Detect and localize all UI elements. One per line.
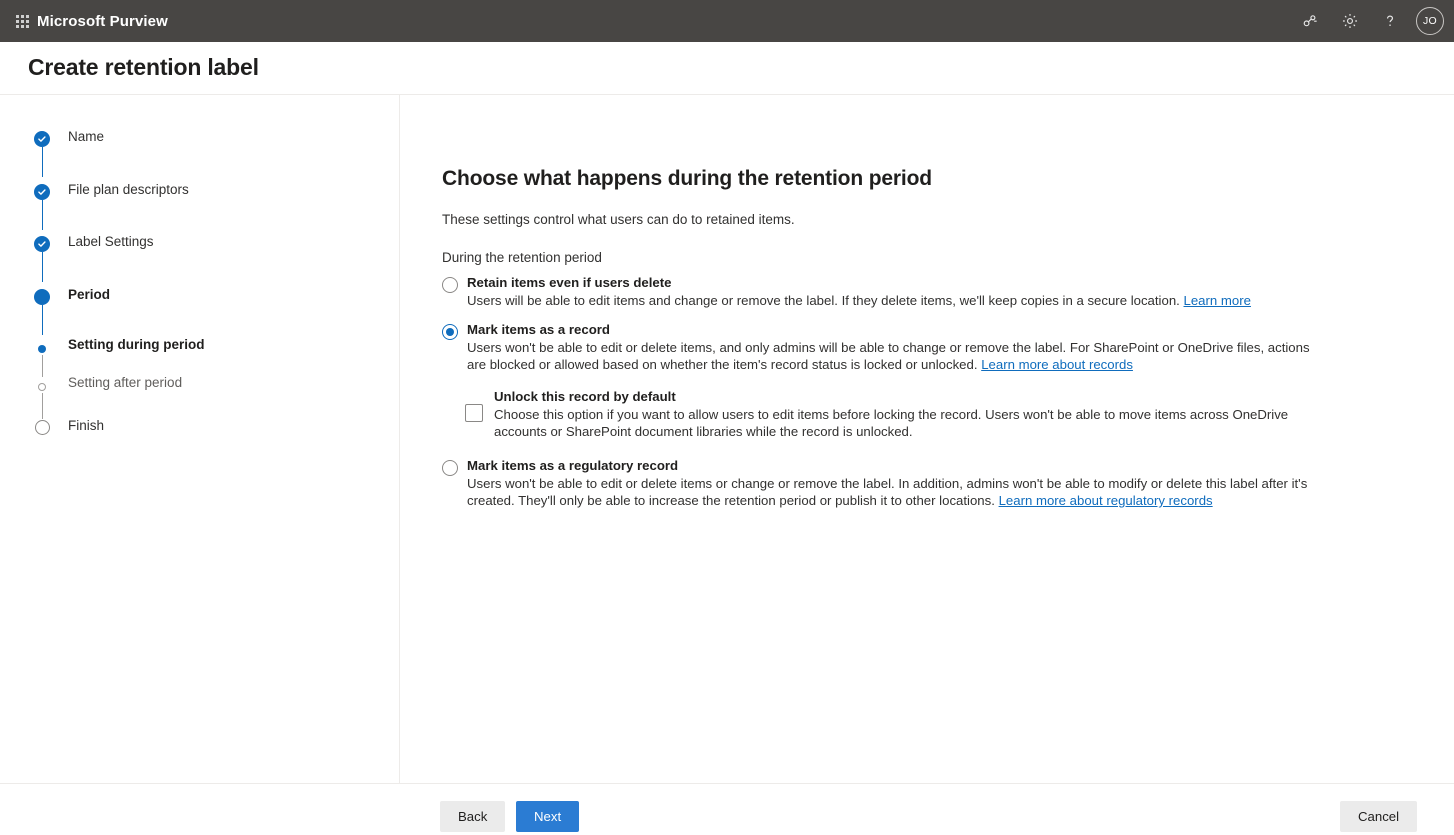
- step-marker: [34, 283, 50, 305]
- wizard-connector: [41, 147, 44, 177]
- step-marker: [34, 125, 50, 147]
- option-description-text: Users will be able to edit items and cha…: [467, 293, 1180, 308]
- wizard-step-file-plan-descriptors[interactable]: File plan descriptors: [34, 178, 374, 231]
- check-circle-icon: [34, 131, 50, 147]
- next-button[interactable]: Next: [516, 801, 580, 832]
- wizard-step-name[interactable]: Name: [34, 125, 374, 178]
- wizard-step-label-settings[interactable]: Label Settings: [34, 230, 374, 283]
- substep-dot-icon: [38, 345, 46, 353]
- option-title: Retain items even if users delete: [467, 275, 672, 290]
- page-title: Create retention label: [28, 54, 259, 80]
- current-step-dot-icon: [34, 288, 50, 305]
- step-marker: [34, 230, 50, 252]
- app-launcher-grid-icon: [15, 14, 29, 28]
- wizard-step-label: Name: [68, 129, 105, 144]
- checkbox-unlock-record-by-default[interactable]: [465, 403, 483, 422]
- empty-circle-icon: [34, 420, 50, 435]
- wizard-step-list: Name File plan descriptors Label Setting…: [34, 125, 374, 435]
- wizard-step-label: Setting after period: [68, 375, 183, 390]
- wizard-connector: [41, 199, 44, 230]
- content-heading: Choose what happens during the retention…: [442, 167, 932, 190]
- option-description-text: Users won't be able to edit or delete it…: [467, 339, 1310, 373]
- option-description: Users won't be able to edit or delete it…: [467, 475, 1315, 510]
- radio-group-label: During the retention period: [442, 250, 602, 265]
- wizard-step-period[interactable]: Period: [34, 283, 374, 336]
- main-content-panel: Choose what happens during the retention…: [400, 95, 1454, 783]
- user-avatar[interactable]: JO: [1416, 7, 1444, 35]
- wizard-substep-setting-during-period[interactable]: Setting during period: [34, 335, 374, 377]
- option-retain-items-even-if-users-delete[interactable]: Retain items even if users delete Users …: [442, 274, 1342, 310]
- step-marker: [34, 414, 50, 435]
- substep-dot-icon: [38, 383, 46, 391]
- learn-more-about-records-link[interactable]: Learn more about records: [981, 357, 1133, 372]
- back-button[interactable]: Back: [440, 801, 506, 832]
- settings-gear-icon[interactable]: [1330, 0, 1370, 42]
- learn-more-link[interactable]: Learn more: [1184, 293, 1251, 308]
- wizard-step-label: Finish: [68, 418, 105, 433]
- check-circle-icon: [34, 236, 50, 252]
- suboption-title: Unlock this record by default: [494, 388, 676, 404]
- check-circle-icon: [34, 183, 50, 200]
- option-mark-items-as-a-regulatory-record[interactable]: Mark items as a regulatory record Users …: [442, 457, 1342, 510]
- suite-actions: JO: [1290, 0, 1454, 42]
- wizard-footer: Back Next Cancel: [0, 784, 1454, 835]
- wizard-connector: [41, 304, 44, 335]
- wizard-step-label: Setting during period: [68, 337, 205, 352]
- option-description: Users will be able to edit items and cha…: [467, 292, 1315, 310]
- cancel-button[interactable]: Cancel: [1340, 801, 1418, 832]
- wizard-step-label: File plan descriptors: [68, 181, 189, 197]
- option-mark-items-as-a-record[interactable]: Mark items as a record Users won't be ab…: [442, 321, 1342, 374]
- content-subheading: These settings control what users can do…: [442, 212, 795, 227]
- wizard-step-label: Label Settings: [68, 234, 154, 249]
- suboption-description: Choose this option if you want to allow …: [494, 406, 1289, 440]
- wizard-step-label: Period: [68, 286, 111, 302]
- step-marker: [34, 373, 50, 391]
- suite-header-bar: Microsoft Purview JO: [0, 0, 1454, 42]
- retention-behavior-radio-group: Retain items even if users delete Users …: [442, 274, 1342, 521]
- step-marker: [34, 178, 50, 200]
- wizard-substep-setting-after-period[interactable]: Setting after period: [34, 373, 374, 419]
- radio-retain-items[interactable]: [442, 277, 458, 293]
- option-title: Mark items as a regulatory record: [467, 457, 679, 473]
- suboption-unlock-this-record-by-default[interactable]: Unlock this record by default Choose thi…: [465, 388, 1342, 441]
- wizard-connector: [41, 252, 44, 282]
- wizard-step-finish[interactable]: Finish: [34, 414, 374, 435]
- radio-mark-as-regulatory-record[interactable]: [442, 459, 458, 476]
- option-description: Users won't be able to edit or delete it…: [467, 339, 1315, 374]
- help-icon[interactable]: [1370, 0, 1410, 42]
- radio-mark-as-record[interactable]: [442, 323, 458, 340]
- learn-more-about-regulatory-records-link[interactable]: Learn more about regulatory records: [999, 493, 1213, 508]
- suite-title: Microsoft Purview: [37, 12, 168, 30]
- step-marker: [34, 335, 50, 353]
- diagnostics-icon[interactable]: [1290, 0, 1330, 42]
- option-title: Mark items as a record: [467, 321, 610, 337]
